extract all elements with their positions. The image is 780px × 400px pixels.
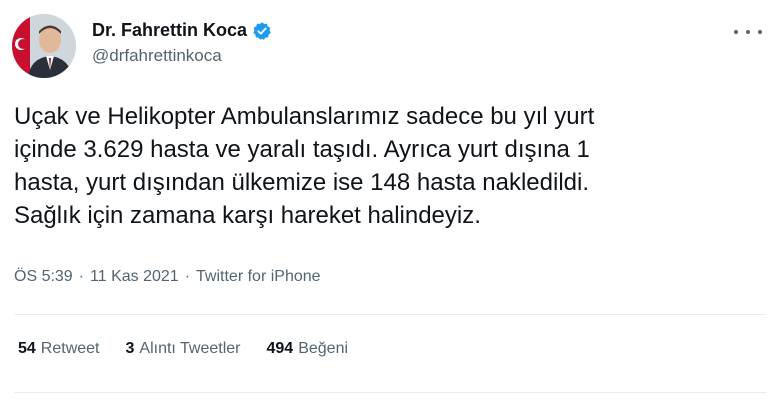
tweet-line: Uçak ve Helikopter Ambulanslarımız sadec… — [14, 103, 595, 130]
retweets-label: Retweet — [40, 340, 100, 357]
dot — [746, 30, 750, 34]
quotes-label: Alıntı Tweetler — [139, 340, 241, 357]
profile-photo-icon — [12, 14, 76, 78]
more-dots-icon[interactable] — [734, 22, 762, 42]
meta-separator: · — [78, 268, 85, 285]
tweet-stats: 54 Retweet 3 Alıntı Tweetler 494 Beğeni — [18, 340, 374, 358]
author-display-name[interactable]: Dr. Fahrettin Koca — [92, 20, 247, 41]
tweet-meta: ÖS 5:39 · 11 Kas 2021 · Twitter for iPho… — [14, 268, 321, 286]
avatar[interactable] — [12, 14, 76, 78]
dot — [734, 30, 738, 34]
tweet-line: hasta, yurt dışından ülkemize ise 148 ha… — [14, 169, 590, 196]
retweets-count: 54 — [18, 340, 36, 357]
author-handle[interactable]: @drfahrettinkoca — [92, 46, 222, 66]
quotes-stat[interactable]: 3 Alıntı Tweetler — [126, 340, 241, 358]
tweet-date[interactable]: 11 Kas 2021 — [90, 268, 179, 286]
verified-badge-icon — [252, 21, 272, 41]
author-name-row[interactable]: Dr. Fahrettin Koca — [92, 20, 272, 41]
likes-count: 494 — [266, 340, 294, 357]
likes-label: Beğeni — [298, 340, 349, 357]
divider — [14, 314, 766, 315]
dot — [758, 30, 762, 34]
tweet-line: Sağlık için zamana karşı hareket halinde… — [14, 202, 481, 229]
likes-stat[interactable]: 494 Beğeni — [267, 340, 349, 358]
tweet-time[interactable]: ÖS 5:39 — [14, 268, 73, 286]
meta-separator: · — [184, 268, 191, 285]
retweets-stat[interactable]: 54 Retweet — [18, 340, 100, 358]
tweet-source[interactable]: Twitter for iPhone — [196, 268, 321, 286]
quotes-count: 3 — [125, 340, 135, 357]
tweet-line: içinde 3.629 hasta ve yaralı taşıdı. Ayr… — [14, 136, 590, 163]
tweet-text: Uçak ve Helikopter Ambulanslarımız sadec… — [14, 100, 764, 232]
divider — [14, 392, 766, 393]
